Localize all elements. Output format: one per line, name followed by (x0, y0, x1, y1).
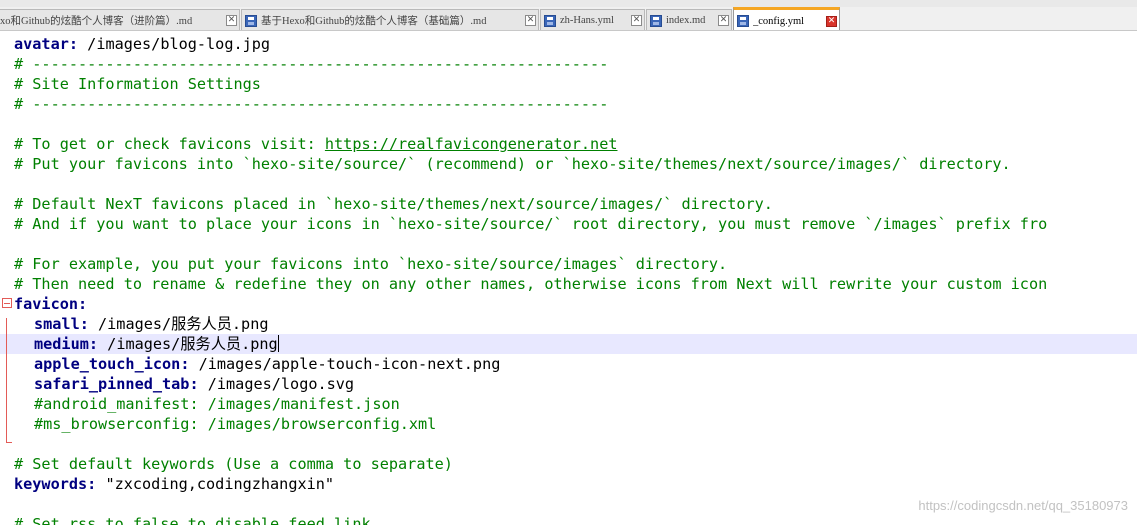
code-line: # To get or check favicons visit: https:… (0, 134, 1137, 154)
code-line: favicon: (0, 294, 1137, 314)
code-line: # Set default keywords (Use a comma to s… (0, 454, 1137, 474)
code-line: small: /images/服务人员.png (0, 314, 1137, 334)
comment: # Set default keywords (Use a comma to s… (14, 455, 453, 473)
code-line: # And if you want to place your icons in… (0, 214, 1137, 234)
yaml-value: /images/logo.svg (198, 375, 355, 393)
close-icon[interactable]: ✕ (525, 15, 536, 26)
tab-config-yml[interactable]: _config.yml ✕ (733, 7, 840, 30)
favicon-generator-link[interactable]: https://realfavicongenerator.net (325, 135, 618, 153)
tab-label: xo和Github的炫酷个人博客（进阶篇）.md (0, 16, 193, 27)
close-icon[interactable]: ✕ (226, 15, 237, 26)
yaml-value: "zxcoding,codingzhangxin" (96, 475, 335, 493)
comment: # To get or check favicons visit: (14, 135, 325, 153)
comment: #android_manifest: /images/manifest.json (34, 395, 400, 413)
tab-label: index.md (666, 15, 706, 26)
fold-guide-line (6, 318, 7, 442)
comment: # Set rss to false to disable feed link (14, 515, 371, 525)
tab-label: _config.yml (753, 15, 805, 27)
yaml-value: /images/apple-touch-icon-next.png (189, 355, 501, 373)
file-icon (544, 14, 556, 27)
code-line: keywords: "zxcoding,codingzhangxin" (0, 474, 1137, 494)
code-line: # Site Information Settings (0, 74, 1137, 94)
yaml-value: /images/服务人员.png (98, 335, 278, 353)
comment: # --------------------------------------… (14, 95, 609, 113)
yaml-value: /images/blog-log.jpg (78, 35, 271, 53)
file-icon (245, 14, 257, 27)
yaml-key: medium (34, 335, 89, 353)
yaml-colon: : (79, 315, 89, 333)
tab-advanced-md[interactable]: xo和Github的炫酷个人博客（进阶篇）.md ✕ (0, 9, 240, 30)
code-line: # For example, you put your favicons int… (0, 254, 1137, 274)
code-line: # Default NexT favicons placed in `hexo-… (0, 194, 1137, 214)
code-line: # Set rss to false to disable feed link (0, 514, 1137, 525)
comment: # Site Information Settings (14, 75, 261, 93)
yaml-key: favicon (14, 295, 79, 313)
yaml-key: apple_touch_icon (34, 355, 181, 373)
tab-basic-md[interactable]: 基于Hexo和Github的炫酷个人博客（基础篇）.md ✕ (241, 9, 539, 30)
code-line: # --------------------------------------… (0, 94, 1137, 114)
code-line: apple_touch_icon: /images/apple-touch-ic… (0, 354, 1137, 374)
code-line: safari_pinned_tab: /images/logo.svg (0, 374, 1137, 394)
code-line: # Put your favicons into `hexo-site/sour… (0, 154, 1137, 174)
text-caret (277, 335, 279, 352)
tab-bar-top-strip (0, 0, 1137, 7)
comment: # Then need to rename & redefine they on… (14, 275, 1048, 293)
tab-label: zh-Hans.yml (560, 15, 614, 26)
yaml-colon: : (87, 475, 97, 493)
comment: # --------------------------------------… (14, 55, 609, 73)
yaml-value: /images/服务人员.png (88, 315, 269, 333)
watermark: https://codingcsdn.net/qq_35180973 (918, 498, 1128, 513)
tab-zh-hans-yml[interactable]: zh-Hans.yml ✕ (540, 9, 645, 30)
current-line: medium: /images/服务人员.png (0, 334, 1137, 354)
code-editor[interactable]: avatar: /images/blog-log.jpg # ---------… (0, 32, 1137, 525)
tab-bar: xo和Github的炫酷个人博客（进阶篇）.md ✕ 基于Hexo和Github… (0, 0, 1137, 31)
code-line: #android_manifest: /images/manifest.json (0, 394, 1137, 414)
yaml-colon: : (88, 335, 99, 353)
code-line: #ms_browserconfig: /images/browserconfig… (0, 414, 1137, 434)
file-icon (737, 15, 749, 27)
comment: # Put your favicons into `hexo-site/sour… (14, 155, 1011, 173)
tab-label: 基于Hexo和Github的炫酷个人博客（基础篇）.md (261, 16, 487, 27)
yaml-key: safari_pinned_tab (34, 375, 190, 393)
close-icon[interactable]: ✕ (631, 15, 642, 26)
tab-index-md[interactable]: index.md ✕ (646, 9, 732, 30)
yaml-key: small (34, 315, 80, 333)
yaml-colon: : (68, 35, 79, 53)
comment: # For example, you put your favicons int… (14, 255, 728, 273)
yaml-key: avatar (14, 35, 69, 53)
code-line: # Then need to rename & redefine they on… (0, 274, 1137, 294)
code-line: # --------------------------------------… (0, 54, 1137, 74)
comment: # Default NexT favicons placed in `hexo-… (14, 195, 773, 213)
code-line: avatar: /images/blog-log.jpg (0, 34, 1137, 54)
comment: #ms_browserconfig: /images/browserconfig… (34, 415, 437, 433)
close-icon[interactable]: ✕ (826, 15, 837, 27)
fold-collapse-icon[interactable] (2, 298, 12, 308)
yaml-key: keywords (14, 475, 88, 493)
close-icon[interactable]: ✕ (718, 15, 729, 26)
yaml-colon: : (78, 295, 88, 313)
comment: # And if you want to place your icons in… (14, 215, 1048, 233)
file-icon (650, 14, 662, 27)
yaml-colon: : (189, 375, 199, 393)
fold-guide-end (6, 442, 12, 443)
